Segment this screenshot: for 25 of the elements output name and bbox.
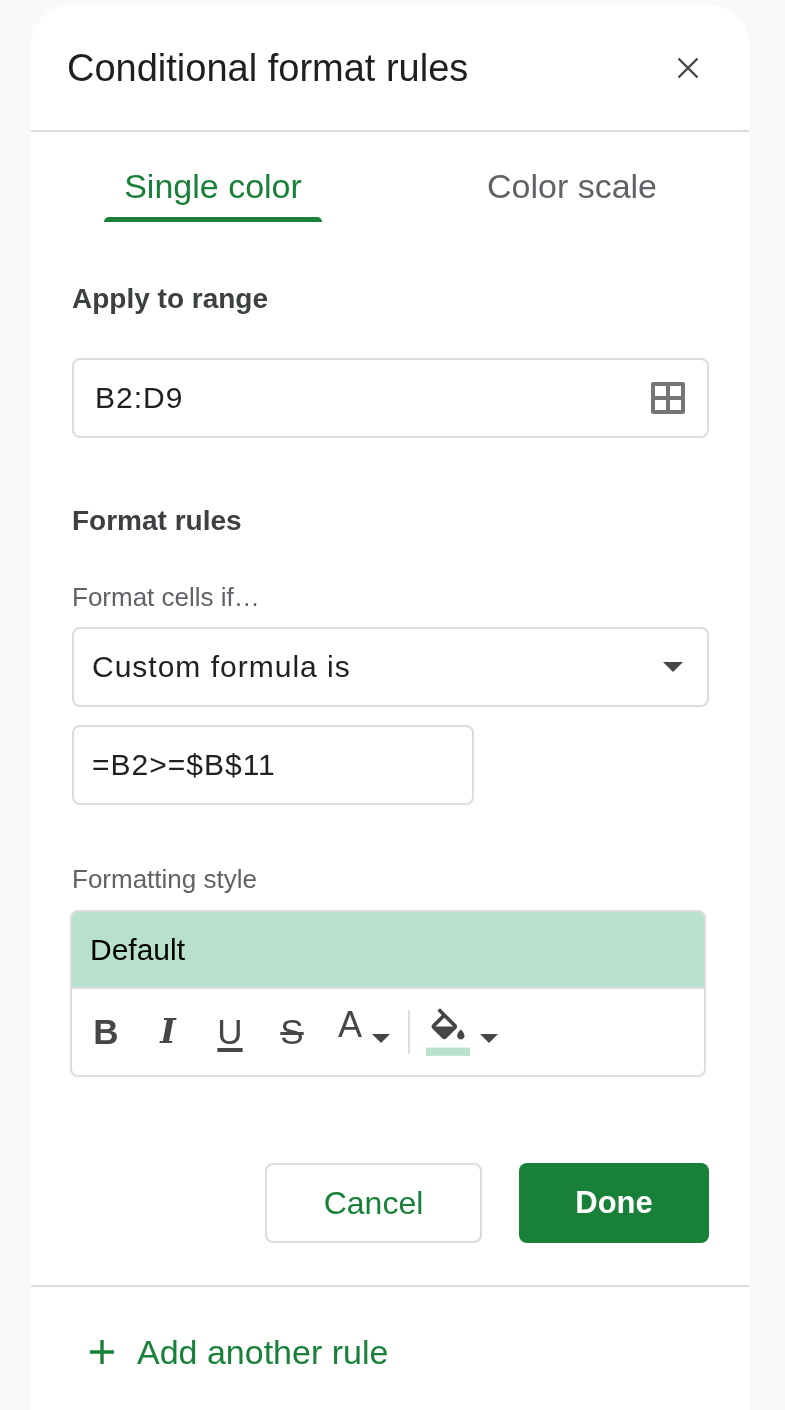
range-field[interactable]: B2:D9 <box>72 358 709 438</box>
tab[interactable]: Single color <box>104 132 322 222</box>
tab[interactable]: Color scale <box>463 132 681 222</box>
fill-color-icon[interactable] <box>426 1008 470 1056</box>
close-icon[interactable] <box>677 56 699 79</box>
text-color-button[interactable]: A <box>334 1007 390 1057</box>
formula-field[interactable]: =B2>=$B$11 <box>72 725 474 805</box>
done-button[interactable]: Done <box>519 1163 709 1243</box>
section-heading: Apply to range <box>72 282 269 316</box>
caret-icon <box>372 1033 390 1043</box>
add-rule-button[interactable]: Add another rule <box>90 1332 389 1372</box>
caret-icon <box>663 662 683 672</box>
condition-dropdown[interactable]: Custom formula is <box>72 627 709 707</box>
cancel-button[interactable]: Cancel <box>265 1163 482 1243</box>
panel-title: Conditional format rules <box>67 45 469 91</box>
bold-button[interactable]: B <box>86 1007 126 1057</box>
plus-icon <box>90 1340 114 1364</box>
underline-button[interactable]: U <box>210 1007 250 1057</box>
strikethrough-button[interactable]: S <box>272 1007 312 1057</box>
italic-button[interactable]: I <box>148 1007 188 1057</box>
field-label: Format cells if… <box>72 581 261 613</box>
field-label: Formatting style <box>72 863 258 895</box>
style-preview[interactable]: Default <box>72 912 704 989</box>
section-heading: Format rules <box>72 504 243 538</box>
caret-icon[interactable] <box>480 1033 498 1043</box>
